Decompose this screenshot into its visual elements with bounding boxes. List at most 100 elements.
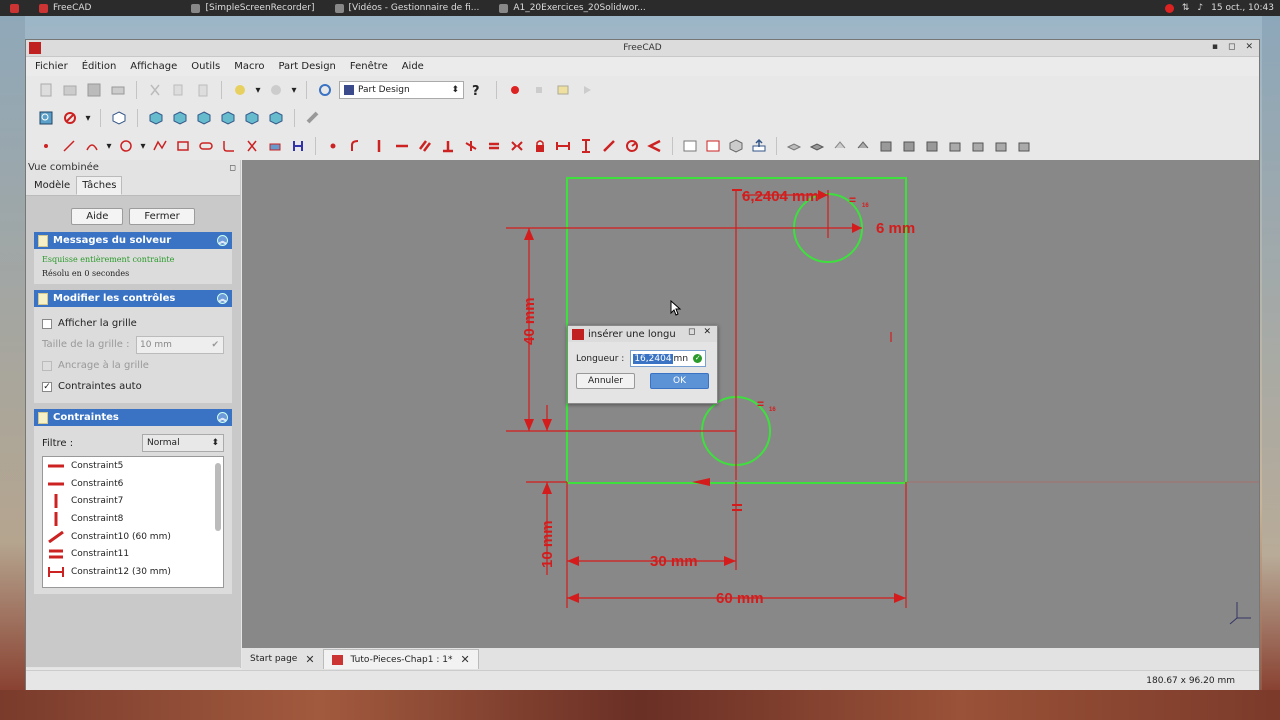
show-grid-checkbox[interactable] (42, 318, 52, 329)
tab-start-page[interactable]: Start page ✕ (242, 649, 323, 669)
arc-tool-icon[interactable] (82, 136, 102, 156)
sketch-viewport[interactable]: 6,2404 mm 6 mm 40 mm 10 mm 30 mm 60 mm =… (242, 160, 1259, 648)
list-item[interactable]: Constraint10 (60 mm) (43, 528, 223, 546)
macro-stop-icon[interactable] (529, 80, 549, 100)
open-file-icon[interactable] (60, 80, 80, 100)
macro-edit-icon[interactable] (553, 80, 573, 100)
constrain-angle-icon[interactable] (645, 136, 665, 156)
constrain-perpendicular-icon[interactable] (438, 136, 458, 156)
measure-icon[interactable] (303, 108, 323, 128)
constrain-distance-icon[interactable] (599, 136, 619, 156)
redo-icon[interactable] (266, 80, 286, 100)
refresh-icon[interactable] (315, 80, 335, 100)
menu-outils[interactable]: Outils (186, 61, 225, 72)
fillet-icon[interactable] (876, 136, 896, 156)
clock[interactable]: 15 oct., 10:43 (1211, 3, 1274, 13)
macro-run-icon[interactable] (577, 80, 597, 100)
menu-aide[interactable]: Aide (397, 61, 429, 72)
constrain-vertical-icon[interactable] (369, 136, 389, 156)
view-left-icon[interactable] (266, 108, 286, 128)
view-top-icon[interactable] (170, 108, 190, 128)
view-front-icon[interactable] (146, 108, 166, 128)
task-freecad[interactable]: FreeCAD (29, 3, 101, 13)
polyline-tool-icon[interactable] (150, 136, 170, 156)
trim-tool-icon[interactable] (242, 136, 262, 156)
arc-dropdown-icon[interactable]: ▾ (105, 136, 113, 156)
collapse-icon[interactable]: ︽ (217, 412, 228, 423)
cut-icon[interactable] (145, 80, 165, 100)
point-tool-icon[interactable] (36, 136, 56, 156)
auto-constraints-checkbox[interactable]: ✓ (42, 381, 52, 392)
minimize-icon[interactable]: ▪ (1212, 42, 1218, 52)
view-axonometric-icon[interactable] (109, 108, 129, 128)
aide-button[interactable]: Aide (71, 208, 124, 225)
construction-mode-icon[interactable] (288, 136, 308, 156)
constrain-parallel-icon[interactable] (415, 136, 435, 156)
menu-fichier[interactable]: Fichier (30, 61, 73, 72)
task-pdf[interactable]: A1_20Exercices_20Solidwor... (489, 3, 655, 13)
redo-dropdown-icon[interactable]: ▾ (290, 80, 298, 100)
constrain-lock-icon[interactable] (530, 136, 550, 156)
task-videos[interactable]: [Vidéos - Gestionnaire de fi... (325, 3, 490, 13)
sketch-drawing[interactable]: 6,2404 mm 6 mm 40 mm 10 mm 30 mm 60 mm =… (242, 160, 1259, 648)
line-tool-icon[interactable] (59, 136, 79, 156)
list-item[interactable]: Constraint8 (43, 510, 223, 528)
chamfer-icon[interactable] (899, 136, 919, 156)
undo-icon[interactable] (230, 80, 250, 100)
revolution-icon[interactable] (830, 136, 850, 156)
constrain-vertical-distance-icon[interactable] (576, 136, 596, 156)
menu-affichage[interactable]: Affichage (125, 61, 182, 72)
whats-this-icon[interactable]: ? (468, 80, 488, 100)
window-titlebar[interactable]: FreeCAD ▪ ◻ ✕ (26, 40, 1259, 57)
cancel-button[interactable]: Annuler (576, 373, 635, 389)
menu-macro[interactable]: Macro (229, 61, 269, 72)
tab-modele[interactable]: Modèle (28, 176, 76, 195)
slot-tool-icon[interactable] (196, 136, 216, 156)
list-item[interactable]: Constraint12 (30 mm) (43, 563, 223, 581)
maximize-icon[interactable]: ◻ (688, 327, 695, 337)
collapse-icon[interactable]: ︽ (217, 293, 228, 304)
list-scrollbar[interactable] (215, 463, 221, 531)
new-file-icon[interactable] (36, 80, 56, 100)
constrain-point-on-object-icon[interactable] (346, 136, 366, 156)
draw-style-icon[interactable] (60, 108, 80, 128)
length-input[interactable]: 16,2404 mn ✓ (630, 350, 707, 367)
task-recorder[interactable]: [SimpleScreenRecorder] (181, 3, 324, 13)
controls-header[interactable]: Modifier les contrôles ︽ (34, 290, 232, 307)
polar-pattern-icon[interactable] (991, 136, 1011, 156)
constrain-horizontal-distance-icon[interactable] (553, 136, 573, 156)
undo-dropdown-icon[interactable]: ▾ (254, 80, 262, 100)
multi-transform-icon[interactable] (1014, 136, 1034, 156)
save-file-icon[interactable] (84, 80, 104, 100)
constrain-coincident-icon[interactable] (323, 136, 343, 156)
sketch-validate-icon[interactable] (680, 136, 700, 156)
constrain-equal-icon[interactable] (484, 136, 504, 156)
circle-tool-icon[interactable] (116, 136, 136, 156)
view-right-icon[interactable] (194, 108, 214, 128)
sketch-view-section-icon[interactable] (726, 136, 746, 156)
constrain-radius-icon[interactable] (622, 136, 642, 156)
fillet-tool-icon[interactable] (219, 136, 239, 156)
close-icon[interactable]: ✕ (703, 327, 711, 337)
list-item[interactable]: Constraint7 (43, 492, 223, 510)
external-geometry-icon[interactable] (265, 136, 285, 156)
circle-dropdown-icon[interactable]: ▾ (139, 136, 147, 156)
draw-style-dropdown-icon[interactable]: ▾ (84, 108, 92, 128)
menu-fenetre[interactable]: Fenêtre (345, 61, 393, 72)
volume-icon[interactable]: ♪ (1197, 3, 1203, 13)
pocket-icon[interactable] (807, 136, 827, 156)
undock-icon[interactable]: ◻ (229, 163, 236, 172)
close-icon[interactable]: ✕ (1245, 42, 1253, 52)
close-icon[interactable]: ✕ (460, 653, 469, 666)
show-grid-row[interactable]: Afficher la grille (42, 313, 224, 334)
maximize-icon[interactable]: ◻ (1228, 42, 1235, 52)
paste-icon[interactable] (193, 80, 213, 100)
pad-icon[interactable] (784, 136, 804, 156)
constrain-symmetric-icon[interactable] (507, 136, 527, 156)
ok-button[interactable]: OK (650, 373, 709, 389)
linear-pattern-icon[interactable] (968, 136, 988, 156)
auto-constraints-row[interactable]: ✓ Contraintes auto (42, 376, 224, 397)
sketch-map-icon[interactable] (703, 136, 723, 156)
workbench-selector[interactable]: Part Design ⬍ (339, 81, 464, 99)
mirrored-icon[interactable] (945, 136, 965, 156)
